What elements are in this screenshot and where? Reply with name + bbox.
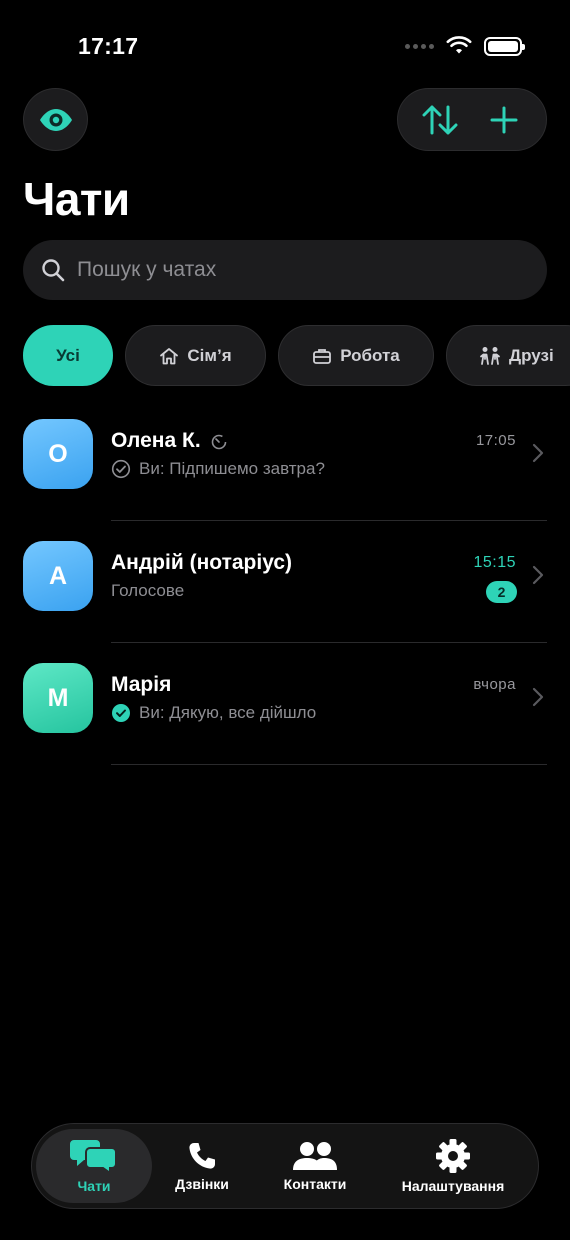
chat-preview-line: Ви: Дякую, все дійшло <box>111 703 316 723</box>
chat-row-olena[interactable]: О Олена К. Ви: Підпишемо завтра? 17:05 <box>0 399 570 521</box>
chat-preview-line: Голосове <box>111 581 184 601</box>
tab-calls[interactable]: Дзвінки <box>152 1129 252 1203</box>
tab-bar: Чати Дзвінки Контакти Налаштування <box>31 1123 539 1209</box>
chat-name: Олена К. <box>111 429 201 452</box>
signal-icon <box>405 43 434 49</box>
plus-icon <box>490 106 518 133</box>
eye-icon <box>39 108 72 131</box>
header-actions <box>397 88 547 151</box>
avatar: М <box>23 663 93 733</box>
chat-time: 17:05 <box>475 432 516 449</box>
filter-chip-work[interactable]: Робота <box>278 325 434 386</box>
row-divider <box>111 764 547 765</box>
sort-button[interactable] <box>415 95 465 145</box>
new-chat-button[interactable] <box>479 95 529 145</box>
filter-chip-label: Друзі <box>509 345 554 365</box>
chat-name: Андрій (нотаріус) <box>111 551 293 574</box>
page-title: Чати <box>23 173 130 225</box>
status-icons <box>405 36 525 56</box>
chat-row-mariya[interactable]: М Марія Ви: Дякую, все дійшло вчора <box>0 643 570 765</box>
unread-badge: 2 <box>486 581 517 603</box>
home-icon <box>160 347 179 364</box>
contacts-icon <box>293 1142 337 1170</box>
tab-chats[interactable]: Чати <box>36 1129 152 1203</box>
chevron-right-icon <box>532 687 544 707</box>
search-bar[interactable] <box>23 240 547 300</box>
chat-preview: Ви: Дякую, все дійшло <box>139 703 317 722</box>
visibility-button[interactable] <box>23 88 88 151</box>
wifi-icon <box>446 36 472 54</box>
people-icon <box>480 346 500 365</box>
tab-settings[interactable]: Налаштування <box>378 1129 528 1203</box>
filter-chip-family[interactable]: Сім’я <box>125 325 266 386</box>
chat-name-line: Андрій (нотаріус) <box>111 551 292 575</box>
search-icon <box>42 259 65 282</box>
battery-icon <box>484 36 525 56</box>
search-input[interactable] <box>77 258 497 282</box>
filter-chip-label: Усі <box>56 345 80 365</box>
chat-preview: Голосове <box>111 581 185 600</box>
chat-time: 15:15 <box>473 554 516 571</box>
phone-icon <box>189 1143 215 1169</box>
chevron-right-icon <box>532 565 544 585</box>
filter-chip-label: Робота <box>340 345 400 365</box>
check-filled-icon <box>112 704 130 722</box>
filter-chips: Усі Сім’я Робота Друзі <box>23 325 570 386</box>
briefcase-icon <box>313 348 332 364</box>
filter-chip-all[interactable]: Усі <box>23 325 113 386</box>
chat-bubbles-icon <box>70 1140 117 1174</box>
timer-icon <box>211 434 226 450</box>
tab-label: Дзвінки <box>175 1176 229 1192</box>
chat-row-andriy[interactable]: А Андрій (нотаріус) Голосове 15:15 2 <box>0 521 570 643</box>
chat-preview: Ви: Підпишемо завтра? <box>139 459 325 478</box>
avatar: А <box>23 541 93 611</box>
avatar: О <box>23 419 93 489</box>
tab-contacts[interactable]: Контакти <box>252 1129 378 1203</box>
sort-arrows-icon <box>422 105 458 134</box>
status-time: 17:17 <box>78 33 139 59</box>
chat-name-line: Олена К. <box>111 429 228 453</box>
status-bar: 17:17 <box>0 0 570 90</box>
tab-label: Чати <box>77 1178 111 1194</box>
chat-name-line: Марія <box>111 673 171 697</box>
chat-preview-line: Ви: Підпишемо завтра? <box>111 459 325 479</box>
chevron-right-icon <box>532 443 544 463</box>
chat-time: вчора <box>473 676 516 693</box>
filter-chip-friends[interactable]: Друзі <box>446 325 570 386</box>
gear-icon <box>436 1139 470 1173</box>
tab-label: Контакти <box>283 1176 347 1192</box>
tab-label: Налаштування <box>401 1178 505 1194</box>
filter-chip-label: Сім’я <box>187 345 232 365</box>
chat-name: Марія <box>111 673 172 696</box>
check-outline-icon <box>111 459 131 479</box>
